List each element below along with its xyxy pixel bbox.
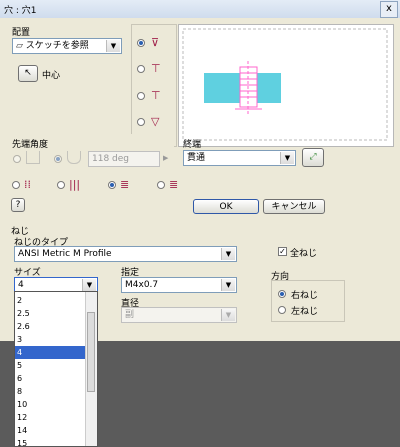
chevron-down-icon: ▼: [221, 309, 235, 321]
size-option[interactable]: 5: [15, 359, 89, 372]
counterbore-radio[interactable]: [137, 65, 145, 73]
right-hand-radio[interactable]: [278, 290, 286, 298]
size-value: 4: [18, 280, 24, 290]
countersink-radio[interactable]: [137, 118, 145, 126]
flip-direction-button[interactable]: ⤢: [302, 148, 324, 167]
simple-hole-icon: ⊽: [151, 36, 160, 49]
hole-preview: [178, 24, 394, 147]
left-hand-label: 左ねじ: [291, 307, 319, 317]
scrollbar-thumb[interactable]: [87, 312, 95, 392]
size-option[interactable]: 6: [15, 372, 89, 385]
close-button[interactable]: x: [380, 1, 398, 18]
drill-angle-value: 118 deg: [92, 154, 130, 164]
sketch-icon: ▱: [16, 41, 23, 51]
diameter-combo[interactable]: 副 ▼: [121, 307, 237, 323]
size-option[interactable]: 14: [15, 424, 89, 437]
thread-type-combo[interactable]: ANSI Metric M Profile ▼: [14, 246, 237, 262]
size-dropdown-list: 2 2.5 2.6 3 4 5 6 8 10 12 14 15: [14, 291, 98, 447]
chevron-down-icon: ▼: [221, 248, 235, 260]
direction-group: 右ねじ 左ねじ: [271, 280, 345, 322]
size-option[interactable]: 10: [15, 398, 89, 411]
chevron-down-icon: ▼: [221, 279, 235, 291]
size-option[interactable]: 2: [15, 294, 89, 307]
chevron-down-icon: ▼: [82, 279, 96, 291]
placement-combo[interactable]: ▱ スケッチを参照 ▼: [12, 38, 122, 54]
size-option[interactable]: 8: [15, 385, 89, 398]
cursor-icon: ↖: [24, 68, 32, 78]
chevron-down-icon: ▼: [106, 40, 120, 52]
clearance-hole-icon: |||: [69, 178, 81, 191]
flat-point-icon: [26, 151, 40, 164]
size-option[interactable]: 2.6: [15, 320, 89, 333]
clearance-hole-radio[interactable]: [57, 181, 65, 189]
angle-point-radio[interactable]: [54, 155, 62, 163]
taper-tapped-hole-radio[interactable]: [157, 181, 165, 189]
placement-combo-value: スケッチを参照: [25, 41, 89, 51]
plain-hole-radio[interactable]: [12, 181, 20, 189]
tapped-hole-icon: ≣: [120, 178, 130, 191]
hole-preview-drawing: [182, 28, 388, 141]
chevron-down-icon: ▼: [280, 152, 294, 164]
simple-hole-radio[interactable]: [137, 39, 145, 47]
flip-icon: ⤢: [309, 152, 317, 162]
drill-point-heading: 先端角度: [12, 140, 49, 150]
center-select-button[interactable]: ↖: [18, 65, 38, 82]
tapped-hole-radio[interactable]: [108, 181, 116, 189]
full-thread-label: 全ねじ: [290, 249, 318, 259]
thread-type-value: ANSI Metric M Profile: [18, 249, 112, 259]
termination-combo[interactable]: 貫通 ▼: [183, 150, 296, 166]
chevron-right-icon: ▶: [163, 154, 169, 162]
size-option[interactable]: 15: [15, 437, 89, 446]
countersink-icon: ▽: [151, 115, 160, 128]
size-option-selected[interactable]: 4: [15, 346, 89, 359]
center-label: 中心: [42, 71, 61, 81]
drill-point-group: 先端角度 118 deg ▶: [6, 134, 174, 174]
angle-point-icon: [67, 151, 81, 164]
drill-angle-input[interactable]: 118 deg: [88, 151, 160, 167]
help-icon: ?: [15, 200, 21, 210]
counterbore-icon: ⊤: [151, 62, 161, 75]
termination-heading: 終端: [183, 140, 202, 150]
designation-value: M4x0.7: [125, 280, 159, 290]
diameter-value: 副: [125, 310, 135, 320]
right-hand-label: 右ねじ: [291, 291, 319, 301]
help-button[interactable]: ?: [11, 198, 25, 212]
left-hand-radio[interactable]: [278, 306, 286, 314]
termination-value: 貫通: [187, 153, 206, 163]
title-bar: 穴 : 穴1 x: [0, 0, 400, 19]
window-title: 穴 : 穴1: [4, 6, 37, 16]
taper-tapped-hole-icon: ≣: [169, 178, 179, 191]
hole-type-group: ⊽ ⊤ ⊤ ▽: [131, 24, 177, 147]
flat-point-radio[interactable]: [13, 155, 21, 163]
placement-heading: 配置: [12, 28, 31, 38]
size-option[interactable]: 3: [15, 333, 89, 346]
cancel-button[interactable]: キャンセル: [263, 199, 325, 214]
size-option[interactable]: 2.5: [15, 307, 89, 320]
plain-hole-icon: ⁞⁞: [24, 178, 31, 191]
designation-combo[interactable]: M4x0.7 ▼: [121, 277, 237, 293]
size-option[interactable]: 12: [15, 411, 89, 424]
spotface-radio[interactable]: [137, 92, 145, 100]
full-thread-checkbox[interactable]: ✓: [278, 247, 287, 256]
spotface-icon: ⊤: [151, 89, 161, 102]
ok-button[interactable]: OK: [193, 199, 259, 214]
size-dropdown-scrollbar[interactable]: [85, 292, 97, 446]
